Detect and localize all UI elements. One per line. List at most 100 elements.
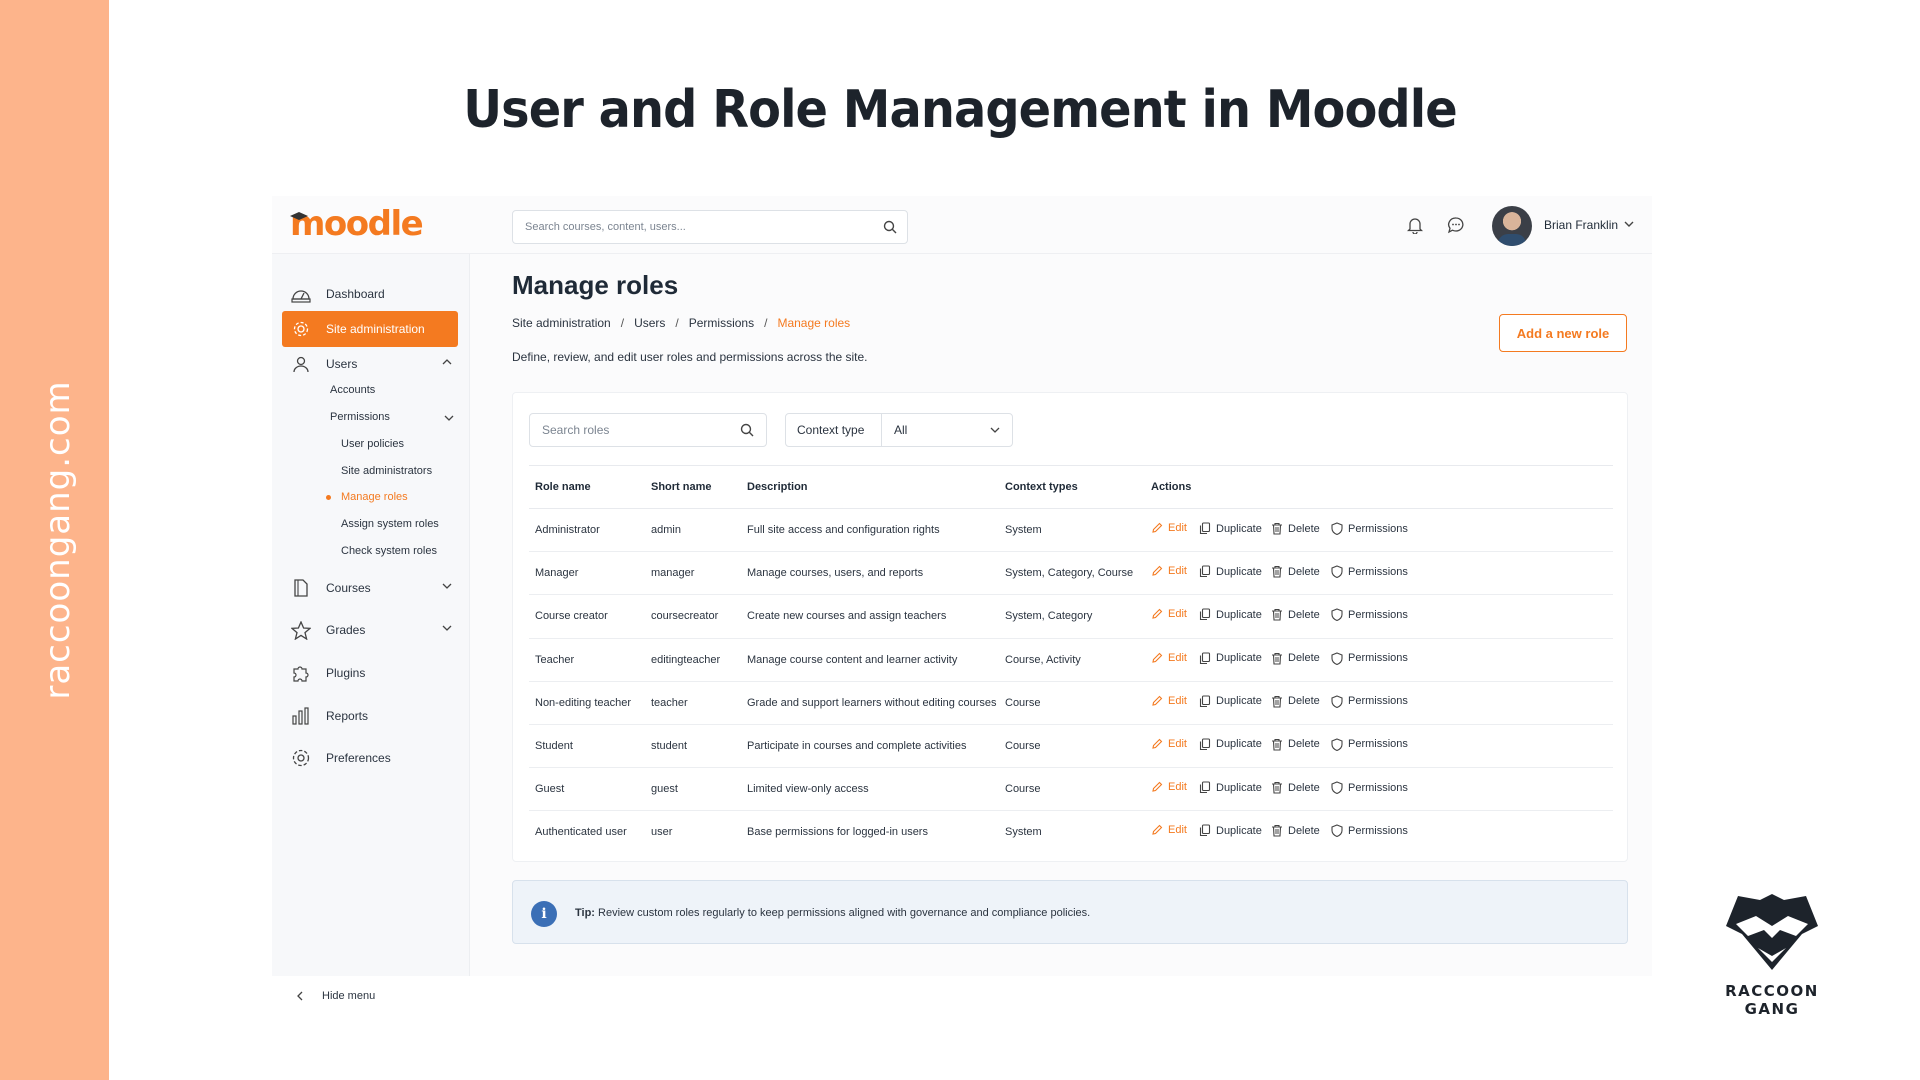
sidebar-item-accounts[interactable]: Accounts xyxy=(330,384,375,396)
delete-label: Delete xyxy=(1288,695,1320,708)
shield-icon xyxy=(1331,824,1343,838)
trash-icon xyxy=(1272,609,1282,621)
delete-button[interactable]: Delete xyxy=(1271,695,1320,708)
cell-description: Full site access and configuration right… xyxy=(747,524,940,536)
headline: User and Role Management in Moodle xyxy=(463,80,1457,140)
table-row: Teacher editingteacher Manage course conte… xyxy=(529,639,1613,682)
cell-description: Grade and support learners without editi… xyxy=(747,696,997,709)
gear-icon xyxy=(290,320,312,338)
permissions-button[interactable]: Permissions xyxy=(1331,738,1408,751)
duplicate-button[interactable]: Duplicate xyxy=(1199,781,1262,794)
permissions-button[interactable]: Permissions xyxy=(1331,651,1408,665)
hide-menu-button[interactable]: Hide menu xyxy=(296,990,375,1002)
search-roles-input[interactable] xyxy=(530,414,730,446)
sidebar-item-user-policies[interactable]: User policies xyxy=(341,438,404,450)
page-title: Manage roles xyxy=(512,270,679,300)
cell-context-types: System xyxy=(1005,826,1042,839)
edit-button[interactable]: Edit xyxy=(1151,781,1187,793)
delete-label: Delete xyxy=(1288,608,1320,621)
duplicate-label: Duplicate xyxy=(1216,608,1262,621)
sidebar-item-site-administrators[interactable]: Site administrators xyxy=(341,465,432,477)
delete-button[interactable]: Delete xyxy=(1271,652,1320,665)
duplicate-button[interactable]: Duplicate xyxy=(1199,824,1262,837)
permissions-button[interactable]: Permissions xyxy=(1331,781,1408,795)
duplicate-button[interactable]: Duplicate xyxy=(1199,522,1262,535)
breadcrumb-site-administration[interactable]: Site administration xyxy=(512,316,611,330)
context-type-select[interactable]: All xyxy=(882,414,1012,446)
add-new-role-button[interactable]: Add a new role xyxy=(1499,314,1627,352)
user-name[interactable]: Brian Franklin xyxy=(1544,218,1618,232)
sidebar-item-dashboard[interactable]: Dashboard xyxy=(282,276,458,312)
breadcrumb-permissions[interactable]: Permissions xyxy=(689,316,754,330)
permissions-button[interactable]: Permissions xyxy=(1331,565,1408,579)
sidebar-item-manage-roles[interactable]: Manage roles xyxy=(341,491,408,503)
permissions-button[interactable]: Permissions xyxy=(1331,695,1408,708)
edit-button[interactable]: Edit xyxy=(1151,824,1187,836)
duplicate-button[interactable]: Duplicate xyxy=(1199,652,1262,665)
shield-icon xyxy=(1331,565,1343,579)
shield-icon xyxy=(1331,695,1343,708)
edit-button[interactable]: Edit xyxy=(1151,565,1187,577)
search-icon[interactable] xyxy=(740,423,754,437)
duplicate-button[interactable]: Duplicate xyxy=(1199,738,1262,751)
copy-icon xyxy=(1199,695,1211,707)
user-avatar[interactable] xyxy=(1492,206,1532,246)
chevron-down-icon[interactable] xyxy=(444,414,454,422)
search-icon[interactable] xyxy=(883,220,897,234)
roles-card: Context type All Role name Short name De… xyxy=(512,392,1628,862)
delete-button[interactable]: Delete xyxy=(1271,738,1320,751)
delete-label: Delete xyxy=(1288,824,1320,837)
sidebar-item-users[interactable]: Users xyxy=(282,346,458,382)
global-search-input[interactable] xyxy=(513,211,853,243)
permissions-button[interactable]: Permissions xyxy=(1331,522,1408,535)
edit-button[interactable]: Edit xyxy=(1151,695,1187,707)
header-context-types[interactable]: Context types xyxy=(1005,481,1078,493)
header-description[interactable]: Description xyxy=(747,481,808,493)
chevron-left-icon xyxy=(297,991,303,1001)
delete-button[interactable]: Delete xyxy=(1271,608,1320,621)
sidebar-item-permissions[interactable]: Permissions xyxy=(330,411,390,423)
sidebar-item-site-administration[interactable]: Site administration xyxy=(282,311,458,347)
bell-icon[interactable] xyxy=(1407,216,1423,234)
shield-icon xyxy=(1331,651,1343,665)
edit-button[interactable]: Edit xyxy=(1151,608,1187,620)
delete-label: Delete xyxy=(1288,565,1320,578)
duplicate-button[interactable]: Duplicate xyxy=(1199,565,1262,578)
duplicate-label: Duplicate xyxy=(1216,781,1262,794)
chevron-down-icon[interactable] xyxy=(442,582,452,590)
moodle-logo[interactable]: moodle xyxy=(290,204,424,244)
chevron-down-icon[interactable] xyxy=(1624,220,1634,228)
chat-icon[interactable] xyxy=(1447,216,1465,234)
edit-button[interactable]: Edit xyxy=(1151,738,1187,750)
sidebar-item-reports[interactable]: Reports xyxy=(282,698,458,734)
edit-button[interactable]: Edit xyxy=(1151,652,1187,664)
permissions-button[interactable]: Permissions xyxy=(1331,824,1408,838)
chevron-up-icon[interactable] xyxy=(442,358,452,366)
delete-button[interactable]: Delete xyxy=(1271,522,1320,535)
tip-banner: i Tip: Review custom roles regularly to … xyxy=(512,880,1628,944)
header-role-name[interactable]: Role name xyxy=(535,481,591,493)
permissions-button[interactable]: Permissions xyxy=(1331,608,1408,622)
duplicate-button[interactable]: Duplicate xyxy=(1199,695,1262,708)
pencil-icon xyxy=(1152,825,1163,836)
sidebar-item-grades[interactable]: Grades xyxy=(282,612,458,648)
cell-role-name: Administrator xyxy=(535,524,600,536)
breadcrumb-users[interactable]: Users xyxy=(634,316,665,330)
duplicate-button[interactable]: Duplicate xyxy=(1199,608,1262,621)
edit-label: Edit xyxy=(1168,565,1187,578)
sidebar-item-plugins[interactable]: Plugins xyxy=(282,655,458,691)
shield-icon xyxy=(1331,738,1343,751)
delete-button[interactable]: Delete xyxy=(1271,781,1320,794)
sidebar-item-courses[interactable]: Courses xyxy=(282,570,458,606)
sidebar-item-assign-system-roles[interactable]: Assign system roles xyxy=(341,518,439,530)
delete-label: Delete xyxy=(1288,738,1320,751)
sidebar-item-check-system-roles[interactable]: Check system roles xyxy=(341,545,437,557)
header-short-name[interactable]: Short name xyxy=(651,481,712,493)
breadcrumb-separator: / xyxy=(675,316,679,330)
delete-button[interactable]: Delete xyxy=(1271,565,1320,578)
edit-button[interactable]: Edit xyxy=(1151,522,1187,534)
chevron-down-icon[interactable] xyxy=(442,624,452,632)
delete-button[interactable]: Delete xyxy=(1271,824,1320,837)
sidebar-item-preferences[interactable]: Preferences xyxy=(282,740,458,776)
cell-short-name: coursecreator xyxy=(651,610,719,623)
